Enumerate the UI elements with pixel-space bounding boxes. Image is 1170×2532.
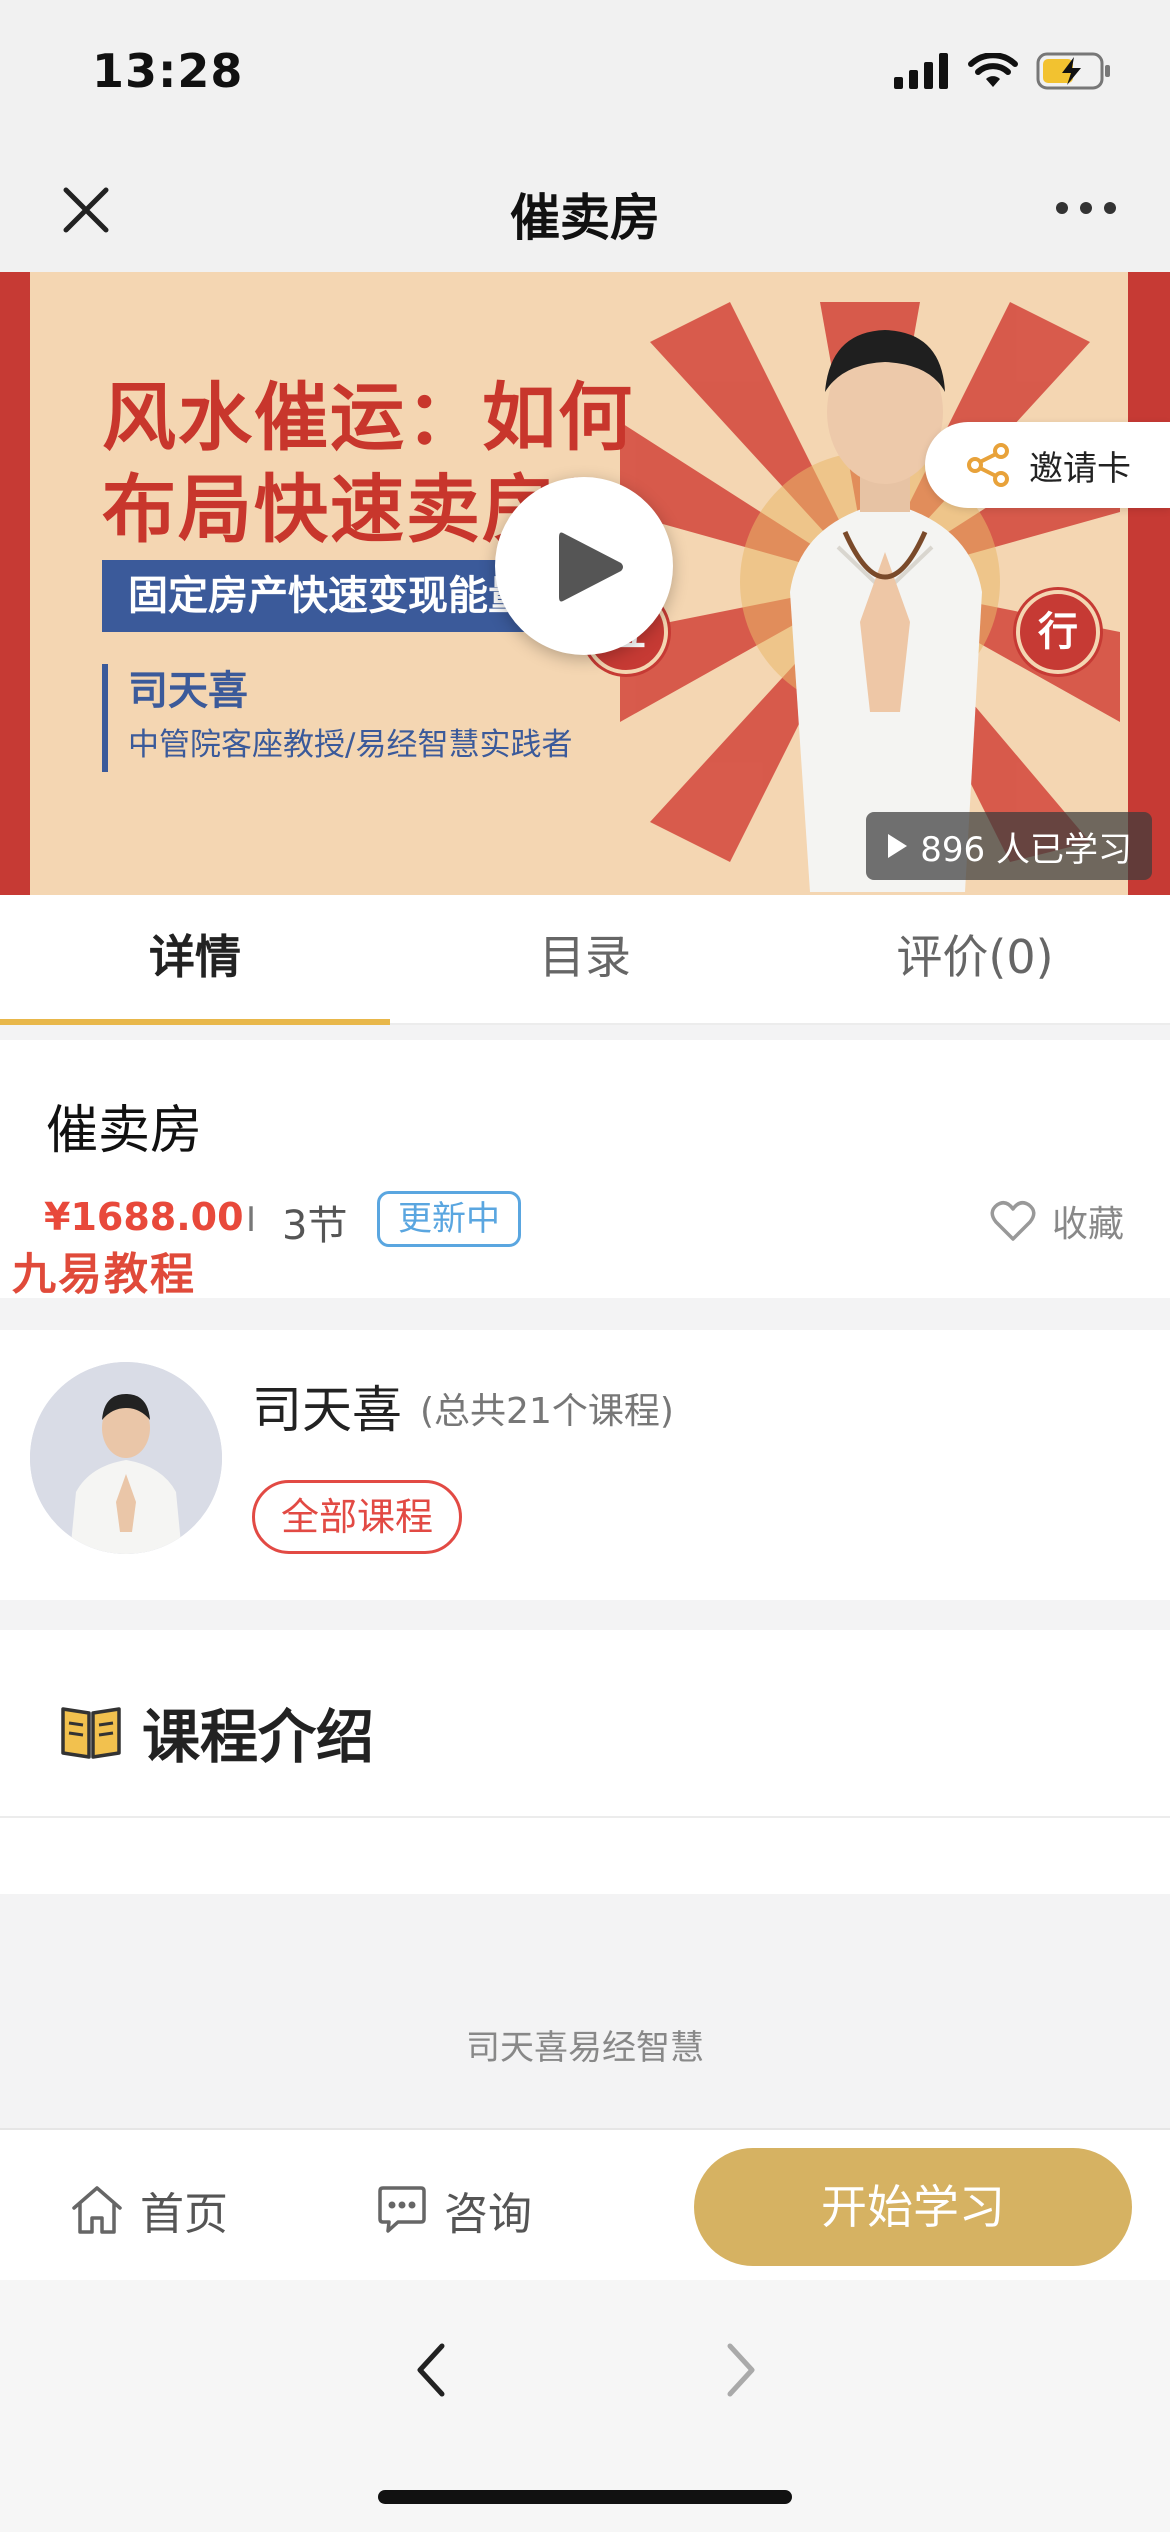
banner-headline-line1: 风水催运：如何 xyxy=(102,375,634,461)
course-info: 催卖房 ¥1688.00 I 3节 更新中 九易教程 收藏 xyxy=(0,1040,1170,1300)
course-title: 催卖房 xyxy=(46,1101,203,1161)
learner-count: 896 人已学习 xyxy=(866,812,1152,880)
all-courses-button[interactable]: 全部课程 xyxy=(252,1480,463,1554)
presenter-photo xyxy=(790,330,982,892)
battery-icon xyxy=(1036,52,1110,90)
intro-heading: 课程介绍 xyxy=(60,1690,374,1774)
heart-icon xyxy=(990,1201,1036,1241)
forward-arrow-icon[interactable] xyxy=(718,2340,762,2400)
author-name: 司天喜 xyxy=(252,1381,402,1439)
author-avatar-image xyxy=(30,1362,222,1554)
watermark-text: 九易教程 xyxy=(12,1249,196,1300)
favorite-button[interactable]: 收藏 xyxy=(990,1195,1124,1247)
page-title: 催卖房 xyxy=(510,189,660,247)
invite-card-button[interactable]: 邀请卡 xyxy=(925,422,1170,508)
signal-icon xyxy=(894,53,948,89)
start-learning-button[interactable]: 开始学习 xyxy=(694,2148,1132,2266)
banner-author: 司天喜 中管院客座教授/易经智慧实践者 xyxy=(102,664,572,772)
status-icons xyxy=(894,52,1112,90)
status-bar: 13:28 xyxy=(0,0,1170,150)
banner-badge: 行 xyxy=(1016,590,1100,674)
home-indicator xyxy=(378,2490,792,2504)
back-arrow-icon[interactable] xyxy=(410,2340,454,2400)
avatar[interactable] xyxy=(30,1362,222,1554)
home-label: 首页 xyxy=(140,2189,228,2240)
course-intro-section: 课程介绍 xyxy=(0,1630,1170,1818)
course-banner[interactable]: 风水催运：如何 布局快速卖房？ 固定房产快速变现能量 司天喜 中管院客座教授/易… xyxy=(0,272,1170,895)
more-icon[interactable] xyxy=(1056,202,1116,214)
author-card: 司天喜 (总共21个课程) 全部课程 xyxy=(0,1330,1170,1600)
browser-toolbar xyxy=(0,2280,1170,2532)
learner-count-text: 896 人已学习 xyxy=(920,829,1132,870)
share-icon xyxy=(967,443,1009,487)
section-count: 3节 xyxy=(282,1203,348,1249)
footer-text: 司天喜易经智慧 xyxy=(466,2028,704,2068)
home-button[interactable]: 首页 xyxy=(70,2178,228,2242)
chat-icon xyxy=(378,2186,426,2233)
course-price: ¥1688.00 xyxy=(44,1195,244,1239)
wifi-icon xyxy=(968,53,1018,87)
book-icon xyxy=(61,1707,121,1759)
invite-label: 邀请卡 xyxy=(1029,448,1131,489)
tab-reviews[interactable]: 评价(0) xyxy=(780,895,1170,1023)
status-badge: 更新中 xyxy=(377,1191,521,1247)
banner-author-name: 司天喜 xyxy=(128,668,248,714)
status-time: 13:28 xyxy=(92,44,244,98)
play-button[interactable] xyxy=(495,477,673,655)
play-small-icon xyxy=(888,834,908,858)
consult-button[interactable]: 咨询 xyxy=(376,2178,532,2242)
consult-label: 咨询 xyxy=(444,2189,532,2240)
nav-bar: 催卖房 xyxy=(0,150,1170,272)
intro-content xyxy=(0,1818,1170,1894)
home-icon xyxy=(72,2186,122,2234)
intro-title: 课程介绍 xyxy=(142,1703,375,1771)
play-icon xyxy=(559,532,623,602)
banner-author-title: 中管院客座教授/易经智慧实践者 xyxy=(128,727,573,763)
favorite-label: 收藏 xyxy=(1051,1204,1124,1245)
author-course-count: (总共21个课程) xyxy=(420,1391,674,1432)
tab-catalog[interactable]: 目录 xyxy=(390,895,780,1023)
separator: I xyxy=(246,1200,257,1240)
bottom-action-bar: 首页 咨询 开始学习 xyxy=(0,2128,1170,2280)
tab-bar: 详情 目录 评价(0) xyxy=(0,895,1170,1025)
tab-details[interactable]: 详情 xyxy=(0,895,390,1025)
